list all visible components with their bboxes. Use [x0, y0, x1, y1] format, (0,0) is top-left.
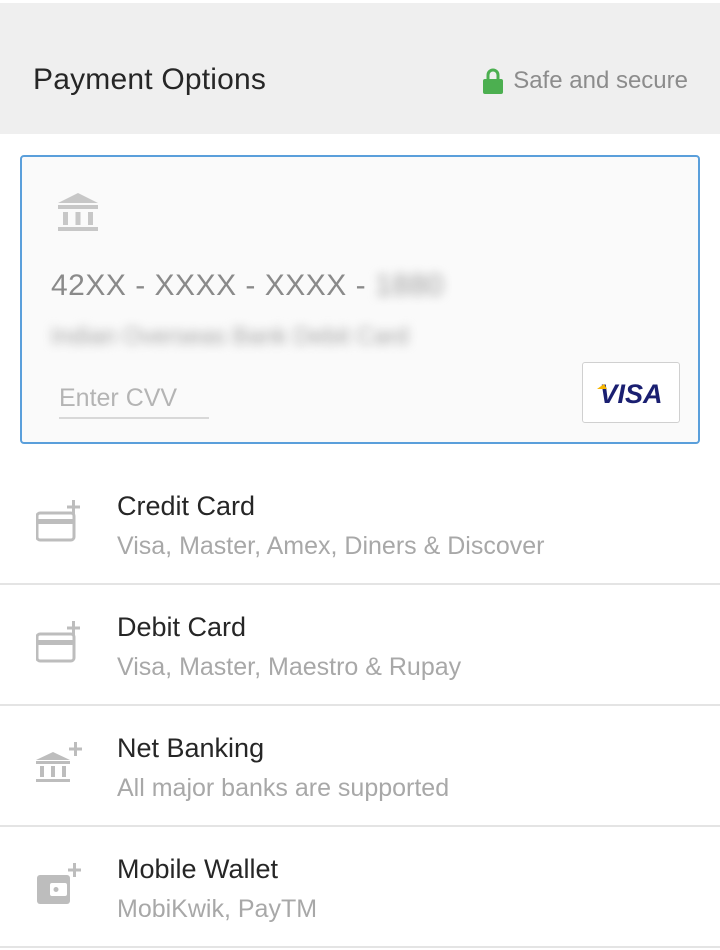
- option-mobile-wallet[interactable]: Mobile Wallet MobiKwik, PayTM: [0, 827, 720, 948]
- option-net-banking[interactable]: Net Banking All major banks are supporte…: [0, 706, 720, 827]
- option-title: Mobile Wallet: [117, 854, 279, 884]
- lock-icon: [483, 68, 504, 94]
- payment-options-list: Credit Card Visa, Master, Amex, Diners &…: [0, 464, 720, 948]
- bank-icon: [58, 193, 98, 231]
- option-title: Credit Card: [117, 491, 256, 521]
- option-title: Net Banking: [117, 733, 265, 763]
- saved-card[interactable]: 42XX - XXXX - XXXX - 1880 Indian Oversea…: [20, 155, 700, 444]
- option-subtitle: Visa, Master, Maestro & Rupay: [117, 653, 462, 681]
- add-card-icon: [36, 500, 80, 542]
- option-subtitle: All major banks are supported: [117, 774, 450, 802]
- page-title: Payment Options: [33, 63, 267, 96]
- option-subtitle: Visa, Master, Amex, Diners & Discover: [117, 532, 545, 560]
- card-number-prefix: 42XX - XXXX - XXXX -: [51, 269, 375, 302]
- secure-indicator: Safe and secure: [483, 67, 688, 95]
- cvv-input[interactable]: [59, 379, 209, 419]
- header: Payment Options Safe and secure: [0, 0, 720, 134]
- card-number-suffix: 1880: [374, 269, 444, 302]
- visa-icon: VISA: [597, 379, 663, 408]
- add-card-icon: [36, 621, 80, 663]
- option-title: Debit Card: [117, 612, 247, 642]
- add-bank-icon: [36, 742, 82, 782]
- option-subtitle: MobiKwik, PayTM: [117, 895, 318, 923]
- option-debit-card[interactable]: Debit Card Visa, Master, Maestro & Rupay: [0, 585, 720, 706]
- card-bank-name: Indian Overseas Bank Debit Card: [51, 323, 409, 350]
- secure-label: Safe and secure: [513, 67, 688, 94]
- visa-text: VISA: [599, 379, 662, 408]
- visa-logo: VISA: [582, 362, 680, 423]
- add-wallet-icon: [37, 863, 81, 904]
- card-number: 42XX - XXXX - XXXX - 1880: [51, 269, 444, 303]
- option-credit-card[interactable]: Credit Card Visa, Master, Amex, Diners &…: [0, 464, 720, 585]
